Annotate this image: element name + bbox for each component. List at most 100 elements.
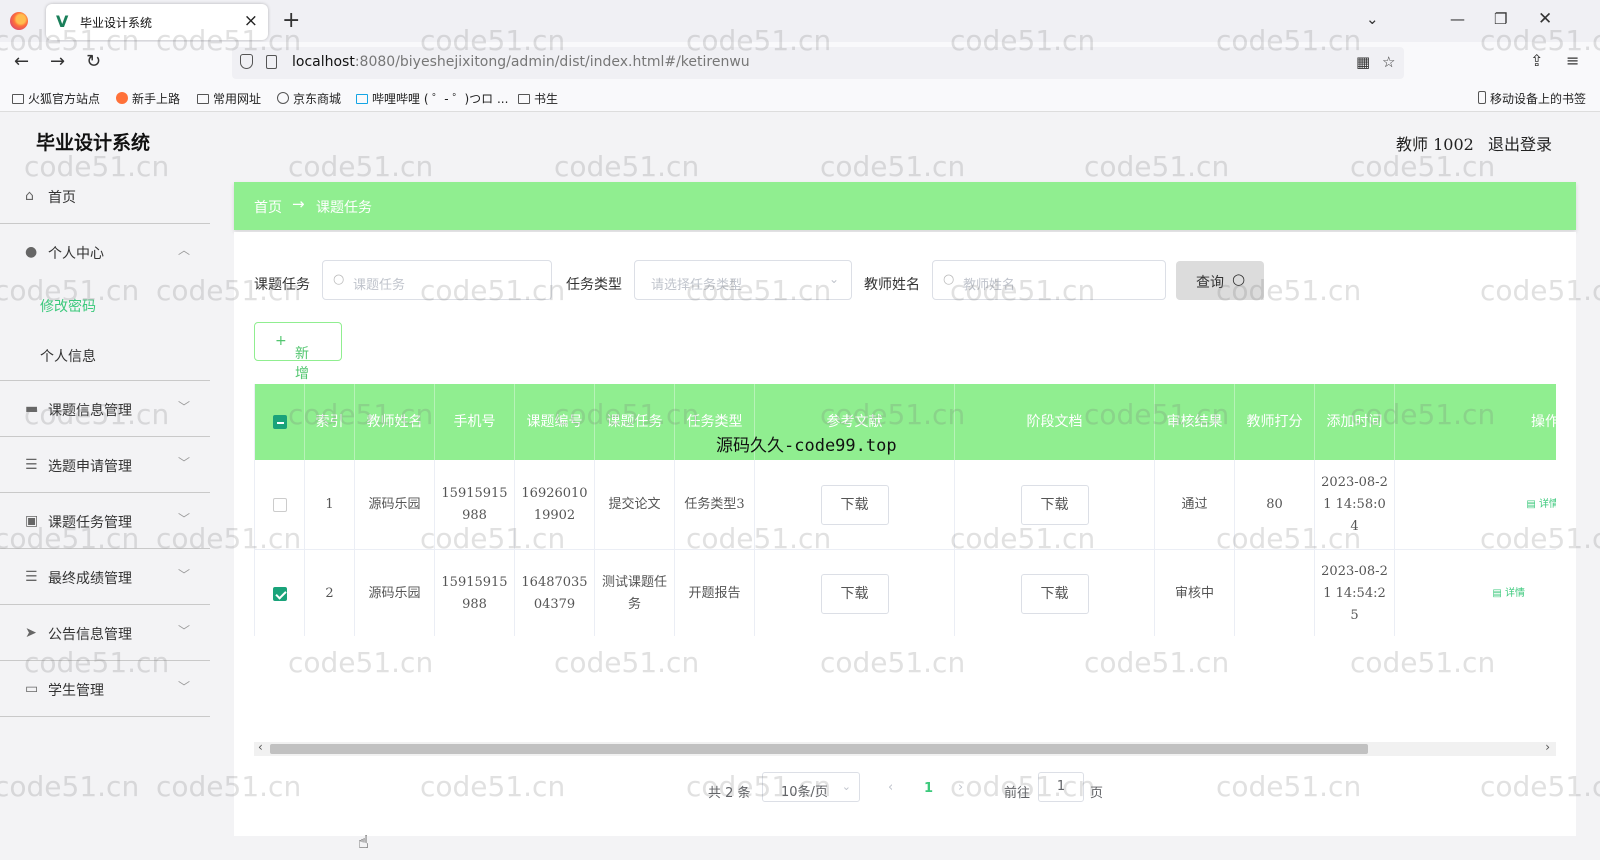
cell-task: 测试课题任务	[595, 550, 675, 636]
cell-phone: 15915915988	[435, 460, 515, 549]
window-close-icon[interactable]: ✕	[1538, 9, 1552, 29]
page-size-select[interactable]: 10条/页 ⌄	[762, 772, 860, 802]
row-checkbox[interactable]	[272, 497, 287, 512]
vue-favicon-icon: V	[56, 12, 69, 31]
back-icon[interactable]: ←	[14, 51, 29, 72]
sidebar-item-label: 课题信息管理	[48, 403, 132, 419]
new-tab-icon[interactable]: +	[282, 8, 300, 33]
scrollbar-thumb[interactable]	[270, 744, 1368, 754]
col-header[interactable]: 添加时间	[1315, 384, 1395, 460]
search-icon: ○	[333, 272, 345, 287]
select-all-checkbox[interactable]	[272, 415, 287, 429]
row-checkbox[interactable]	[272, 586, 287, 601]
col-header[interactable]: 课题任务	[595, 384, 675, 460]
app-root: 毕业设计系统 教师 1002 退出登录 ⌂ 首页 ● 个人中心 ︿ 修改密码 个…	[0, 112, 1600, 860]
col-header[interactable]: 课题编号	[515, 384, 595, 460]
extensions-icon[interactable]: ⇪	[1530, 51, 1543, 70]
sidebar-item-final-score[interactable]: ☰ 最终成绩管理 ﹀	[0, 549, 210, 605]
overlay-watermark-text: 源码久久-code99.top	[716, 436, 897, 456]
chevron-down-icon: ⌄	[841, 780, 851, 793]
goto-label: 前往	[1004, 786, 1031, 801]
download-reference-button[interactable]: 下载	[820, 573, 889, 614]
type-filter-label: 任务类型	[566, 277, 622, 293]
url-bar[interactable]: localhost:8080/biyeshejixitong/admin/dis…	[232, 47, 1404, 79]
sidebar-item-student[interactable]: ▭ 学生管理 ﹀	[0, 661, 210, 717]
sidebar-subitem-change-password[interactable]: 修改密码	[0, 280, 210, 330]
cell-score	[1235, 550, 1315, 636]
row-select-cell	[255, 460, 305, 549]
forward-icon[interactable]: →	[50, 51, 65, 72]
download-reference-button[interactable]: 下载	[820, 484, 889, 525]
bookmark-item[interactable]: 哔哩哔哩 ( ゜- ゜)つロ ...	[356, 90, 508, 107]
logout-link[interactable]: 退出登录	[1488, 131, 1552, 155]
sidebar-item-selection[interactable]: ☰ 选题申请管理 ﹀	[0, 437, 210, 493]
prev-page-icon[interactable]: ‹	[888, 780, 893, 795]
browser-tab[interactable]: V 毕业设计系统 ×	[46, 4, 268, 40]
chevron-down-icon: ﹀	[178, 680, 191, 694]
table-horizontal-scrollbar[interactable]: ‹ ›	[254, 740, 1556, 756]
search-icon: ○	[1232, 270, 1246, 288]
bookmark-item[interactable]: 火狐官方站点	[12, 90, 100, 107]
sidebar-item-label: 课题任务管理	[48, 515, 132, 531]
query-button-label: 查询	[1196, 275, 1224, 291]
breadcrumb-home[interactable]: 首页	[254, 197, 282, 217]
col-header[interactable]: 手机号	[435, 384, 515, 460]
tab-list-icon[interactable]: ⌄	[1366, 10, 1379, 28]
chevron-down-icon: ﹀	[178, 456, 191, 470]
scroll-left-icon[interactable]: ‹	[258, 740, 263, 754]
bookmark-item[interactable]: 京东商城	[277, 90, 341, 107]
chevron-down-icon: ﹀	[178, 400, 191, 414]
table-row: 1 源码乐园 15915915988 1692601019902 提交论文 任务…	[255, 460, 1556, 550]
download-document-button[interactable]: 下载	[1020, 573, 1089, 614]
pagination-total: 共 2 条	[708, 786, 751, 801]
goto-page-input[interactable]: 1	[1038, 772, 1084, 802]
next-page-icon[interactable]: ›	[958, 780, 963, 795]
sidebar-item-home[interactable]: ⌂ 首页	[0, 168, 210, 224]
bookmark-item[interactable]: 书生	[518, 90, 558, 107]
reload-icon[interactable]: ↻	[86, 51, 101, 72]
page-size-value: 10条/页	[781, 785, 828, 800]
sidebar-item-announcement[interactable]: ➤ 公告信息管理 ﹀	[0, 605, 210, 661]
sidebar: ⌂ 首页 ● 个人中心 ︿ 修改密码 个人信息 ▬ 课题信息管理 ﹀ ☰ 选题申…	[0, 168, 210, 717]
sidebar-item-label: 公告信息管理	[48, 627, 132, 643]
col-header[interactable]: 索引	[305, 384, 355, 460]
task-type-select[interactable]: 请选择任务类型 ⌄	[634, 260, 852, 300]
mobile-bookmarks[interactable]: 移动设备上的书签	[1478, 90, 1586, 107]
scroll-right-icon[interactable]: ›	[1545, 740, 1550, 754]
qr-code-icon[interactable]: ▦	[1356, 53, 1370, 71]
page-number[interactable]: 1	[924, 781, 933, 796]
add-button[interactable]: + 新增	[254, 322, 342, 382]
table-row: 2 源码乐园 15915915988 1648703504379 测试课题任务 …	[255, 550, 1556, 636]
col-header[interactable]: 教师姓名	[355, 384, 435, 460]
breadcrumb-separator: →	[292, 195, 305, 213]
detail-link[interactable]: ▤ 详情	[1492, 583, 1525, 605]
sidebar-subitem-personal-info[interactable]: 个人信息	[0, 330, 210, 380]
bookmark-star-icon[interactable]: ☆	[1382, 53, 1395, 71]
col-header[interactable]: 教师打分	[1235, 384, 1315, 460]
task-search-input[interactable]: ○ 课题任务	[322, 260, 552, 300]
page-icon	[266, 55, 277, 69]
cell-code: 1692601019902	[515, 460, 595, 549]
cell-type: 开题报告	[675, 550, 755, 636]
select-placeholder: 请选择任务类型	[651, 278, 743, 293]
chevron-down-icon: ﹀	[178, 512, 191, 526]
sidebar-item-topic-info[interactable]: ▬ 课题信息管理 ﹀	[0, 381, 210, 437]
sidebar-item-task[interactable]: ▣ 课题任务管理 ﹀	[0, 493, 210, 549]
restore-icon[interactable]: ❐	[1494, 10, 1507, 28]
col-header[interactable]: 审核结果	[1155, 384, 1235, 460]
task-filter-label: 课题任务	[254, 277, 310, 293]
query-button[interactable]: 查询 ○	[1176, 261, 1264, 300]
minimize-icon[interactable]: —	[1450, 10, 1465, 28]
detail-link[interactable]: ▤ 详情	[1526, 494, 1556, 516]
col-header[interactable]: 阶段文档	[955, 384, 1155, 460]
url-text[interactable]: localhost:8080/biyeshejixitong/admin/dis…	[292, 54, 750, 70]
cell-task: 提交论文	[595, 460, 675, 549]
app-menu-icon[interactable]: ≡	[1566, 51, 1579, 70]
teacher-search-input[interactable]: ○ 教师姓名	[932, 260, 1166, 300]
sidebar-item-personal[interactable]: ● 个人中心 ︿	[0, 224, 210, 280]
download-document-button[interactable]: 下载	[1020, 484, 1089, 525]
bookmark-item[interactable]: 常用网址	[197, 90, 261, 107]
bookmark-item[interactable]: 新手上路	[116, 90, 180, 107]
close-tab-icon[interactable]: ×	[244, 11, 258, 31]
bilibili-icon	[356, 94, 368, 104]
